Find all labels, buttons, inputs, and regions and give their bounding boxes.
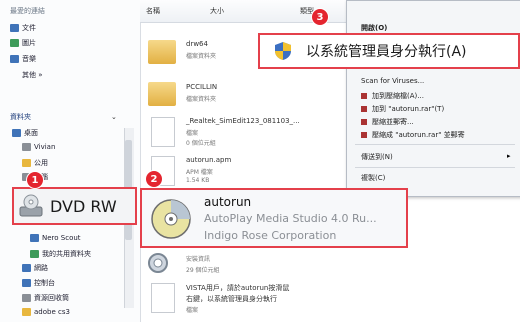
music-icon — [10, 55, 19, 63]
file-name[interactable]: autorun.apm — [186, 156, 231, 164]
file-meta: 檔案 — [186, 307, 199, 314]
chevron-right-icon: ▸ — [507, 152, 511, 160]
user-folder-icon — [22, 143, 31, 151]
file-meta: 29 個位元組 — [186, 267, 220, 274]
winrar-icon — [361, 93, 367, 99]
winrar-icon — [361, 132, 367, 138]
menu-item-add-rar[interactable]: 加到 "autorun.rar"(T) — [361, 104, 444, 114]
favorites-header: 最愛的連結 — [10, 7, 45, 15]
cd-icon — [151, 199, 191, 239]
menu-separator — [355, 144, 515, 145]
file-name[interactable]: VISTA用戶，請於autorun按滑鼠 — [186, 283, 289, 293]
tree-item-desktop[interactable]: 桌面 — [12, 128, 38, 138]
step-badge-2: 2 — [146, 171, 162, 187]
menu-item-compress-email[interactable]: 壓縮並郵寄... — [361, 117, 414, 127]
nero-icon — [30, 234, 39, 242]
tree-item-public[interactable]: 公用 — [22, 158, 48, 168]
tree-item-vivian[interactable]: Vivian — [22, 143, 55, 151]
file-meta: 檔案資料夾 — [186, 96, 217, 103]
tree-item-nero-scout[interactable]: Nero Scout — [30, 234, 81, 242]
file-icon[interactable] — [151, 117, 175, 147]
nav-item-pictures[interactable]: 圖片 — [10, 38, 36, 48]
control-panel-icon — [22, 279, 31, 287]
menu-item-copy[interactable]: 複製(C) — [361, 173, 385, 183]
file-meta: 檔案資料夾 — [186, 53, 217, 60]
nav-item-more[interactable]: 其他 » — [22, 70, 43, 80]
file-icon[interactable] — [151, 283, 175, 313]
menu-item-run-as-admin[interactable]: 以系統管理員身分執行(A) — [258, 33, 520, 69]
picture-icon — [10, 39, 19, 47]
autorun-description: AutoPlay Media Studio 4.0 Ru... — [204, 212, 377, 225]
tree-item-control-panel[interactable]: 控制台 — [22, 278, 55, 288]
folders-header[interactable]: 資料夾 ⌄ — [10, 112, 117, 122]
shared-folder-icon — [30, 250, 39, 258]
file-name[interactable]: PCCILLIN — [186, 83, 217, 91]
step-badge-1: 1 — [27, 172, 43, 188]
autorun-company: Indigo Rose Corporation — [204, 229, 337, 242]
file-item-autorun[interactable]: autorun AutoPlay Media Studio 4.0 Ru... … — [140, 188, 408, 248]
gear-icon[interactable] — [146, 251, 170, 275]
navigation-pane: 最愛的連結 文件 圖片 音樂 其他 » 資料夾 ⌄ 桌面 Vivian 公用 電… — [0, 0, 141, 322]
network-icon — [22, 264, 31, 272]
nav-item-documents[interactable]: 文件 — [10, 23, 36, 33]
file-name[interactable]: drw64 — [186, 40, 208, 48]
menu-item-compress-rar-email[interactable]: 壓縮成 "autorun.rar" 並郵寄 — [361, 130, 465, 140]
folder-icon — [22, 159, 31, 167]
desktop-icon — [12, 129, 21, 137]
file-meta: 檔案 — [186, 130, 199, 137]
run-as-admin-label: 以系統管理員身分執行(A) — [306, 44, 467, 60]
tree-item-network[interactable]: 網路 — [22, 263, 48, 273]
nav-item-music[interactable]: 音樂 — [10, 54, 36, 64]
column-name[interactable]: 名稱 — [146, 6, 160, 16]
recycle-bin-icon — [22, 294, 31, 302]
menu-item-open[interactable]: 開啟(O) — [361, 23, 387, 33]
step-badge-3: 3 — [312, 9, 328, 25]
tree-item-adobe-cs3[interactable]: adobe cs3 — [22, 308, 70, 316]
folder-icon[interactable] — [148, 40, 176, 64]
dvd-drive-icon — [19, 194, 43, 217]
file-meta: 0 個位元組 — [186, 140, 216, 147]
context-menu: 開啟(O) Scan for Viruses... 加到壓縮檔(A)... 加到… — [346, 0, 520, 197]
tree-item-shared-folder[interactable]: 我的共用資料夾 — [30, 249, 91, 259]
menu-item-scan[interactable]: Scan for Viruses... — [361, 77, 424, 85]
folder-icon[interactable] — [148, 82, 176, 106]
folder-icon — [22, 308, 31, 316]
dvd-rw-label: DVD RW — [50, 196, 117, 216]
winrar-icon — [361, 119, 367, 125]
document-icon — [10, 24, 19, 32]
column-size[interactable]: 大小 — [210, 6, 224, 16]
autorun-name: autorun — [204, 195, 252, 209]
file-meta: APM 檔案 — [186, 169, 213, 176]
tree-item-dvd-rw[interactable]: DVD RW — [12, 187, 137, 225]
uac-shield-icon — [275, 42, 291, 60]
menu-item-send-to[interactable]: 傳送到(N) — [361, 152, 393, 162]
chevron-down-icon: ⌄ — [111, 113, 117, 121]
file-meta: 1.54 KB — [186, 177, 210, 184]
menu-separator — [355, 167, 515, 168]
file-meta: 安裝資訊 — [186, 256, 211, 263]
file-name[interactable]: _Realtek_SimEdit123_081103_... — [186, 117, 300, 125]
winrar-icon — [361, 106, 367, 112]
menu-item-add-archive[interactable]: 加到壓縮檔(A)... — [361, 91, 424, 101]
file-meta: 右鍵，以系統管理員身分執行 — [186, 295, 277, 303]
tree-item-recycle-bin[interactable]: 資源回收筒 — [22, 293, 69, 303]
